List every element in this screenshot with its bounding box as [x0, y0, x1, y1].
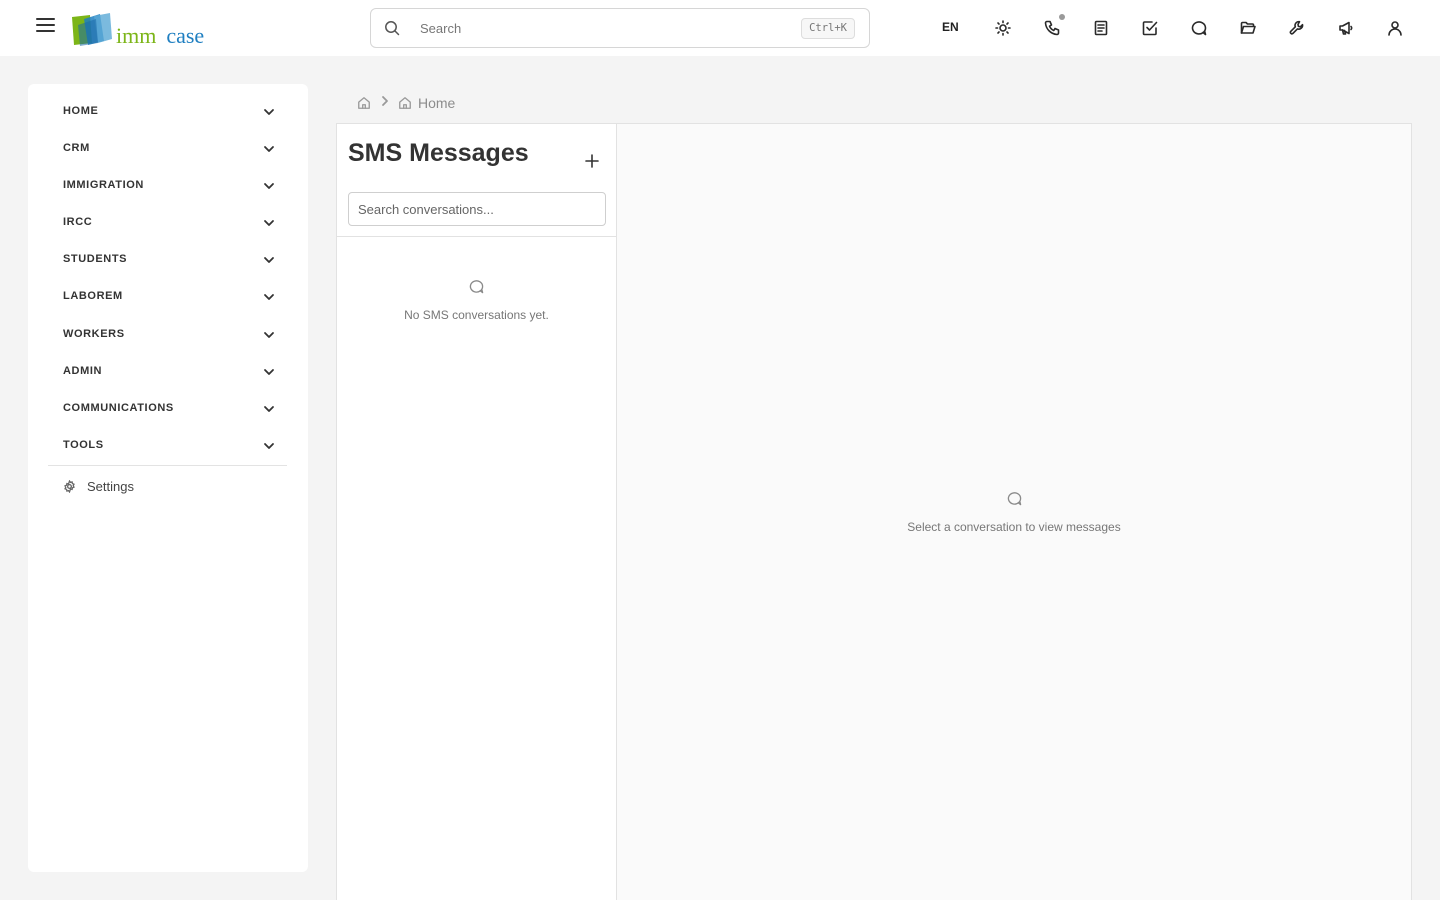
sidebar-item-settings[interactable]: Settings — [63, 479, 134, 494]
chevron-down-icon — [263, 365, 275, 377]
home-icon[interactable] — [357, 96, 371, 110]
sidebar-item-label: HOME — [63, 105, 99, 117]
settings-label: Settings — [87, 479, 134, 494]
chevron-down-icon — [263, 142, 275, 154]
chat-icon — [1007, 492, 1021, 506]
global-search[interactable]: Ctrl+K — [370, 8, 870, 48]
page-title: SMS Messages — [348, 139, 529, 167]
sidebar-item-tools[interactable]: TOOLS — [63, 435, 275, 455]
sidebar: HOME CRM IMMIGRATION IRCC STUDENTS LABOR… — [28, 84, 308, 872]
list-divider — [337, 236, 616, 237]
language-switcher[interactable]: EN — [942, 20, 959, 34]
chevron-right-icon — [379, 94, 391, 112]
sms-panel: SMS Messages No SMS conversations yet. S… — [336, 123, 1412, 900]
home-icon — [399, 97, 411, 109]
sidebar-item-label: STUDENTS — [63, 253, 128, 265]
chevron-down-icon — [263, 105, 275, 117]
sidebar-item-label: TOOLS — [63, 439, 104, 451]
chat-icon — [469, 280, 484, 294]
empty-message-text: Select a conversation to view messages — [907, 520, 1121, 534]
breadcrumb: Home — [357, 95, 455, 111]
sidebar-item-label: ADMIN — [63, 365, 103, 377]
chevron-down-icon — [263, 290, 275, 302]
chevron-down-icon — [263, 439, 275, 451]
theme-sun-icon[interactable] — [992, 17, 1014, 39]
sidebar-item-label: IMMIGRATION — [63, 179, 144, 191]
notification-dot — [1059, 14, 1065, 20]
sidebar-item-students[interactable]: STUDENTS — [63, 249, 275, 269]
menu-toggle-icon[interactable] — [36, 18, 55, 34]
notes-icon[interactable] — [1090, 17, 1112, 39]
chevron-down-icon — [263, 179, 275, 191]
phone-icon[interactable] — [1041, 14, 1065, 39]
tasks-check-icon[interactable] — [1139, 17, 1161, 39]
sidebar-item-label: COMMUNICATIONS — [63, 402, 174, 414]
app-logo[interactable]: imm case — [70, 11, 204, 47]
top-bar: immcase Ctrl+K EN — [0, 0, 1440, 56]
chevron-down-icon — [263, 216, 275, 228]
sidebar-item-label: LABOREM — [63, 290, 123, 302]
gear-icon — [64, 480, 75, 493]
chevron-down-icon — [263, 253, 275, 265]
search-shortcut-badge: Ctrl+K — [801, 18, 855, 39]
logo-text-imm: imm — [116, 23, 157, 48]
folder-open-icon[interactable] — [1237, 17, 1259, 39]
logo-text-case: case — [166, 23, 205, 48]
chat-icon[interactable] — [1188, 17, 1210, 39]
empty-conversations: No SMS conversations yet. — [337, 279, 616, 322]
new-conversation-button[interactable] — [582, 151, 602, 171]
plus-icon — [585, 154, 599, 168]
sidebar-item-immigration[interactable]: IMMIGRATION — [63, 175, 275, 195]
sidebar-item-label: CRM — [63, 142, 90, 154]
chevron-down-icon — [263, 402, 275, 414]
message-detail: Select a conversation to view messages — [617, 124, 1411, 900]
conversation-search-input[interactable] — [348, 192, 606, 226]
wrench-icon[interactable] — [1286, 17, 1308, 39]
sidebar-item-workers[interactable]: WORKERS — [63, 324, 275, 344]
logo-mark-icon — [70, 13, 114, 47]
sidebar-item-label: IRCC — [63, 216, 93, 228]
breadcrumb-current: Home — [418, 95, 456, 111]
empty-conversations-text: No SMS conversations yet. — [404, 308, 549, 322]
logo-text: imm case — [116, 25, 204, 47]
sidebar-item-label: WORKERS — [63, 328, 125, 340]
chevron-down-icon — [263, 328, 275, 340]
user-icon[interactable] — [1384, 17, 1406, 39]
sidebar-divider — [48, 465, 287, 466]
conversation-list: SMS Messages No SMS conversations yet. — [337, 124, 617, 900]
sidebar-item-crm[interactable]: CRM — [63, 138, 275, 158]
empty-message-view: Select a conversation to view messages — [617, 491, 1411, 534]
sidebar-item-ircc[interactable]: IRCC — [63, 212, 275, 232]
megaphone-icon[interactable] — [1335, 17, 1357, 39]
sidebar-item-admin[interactable]: ADMIN — [63, 361, 275, 381]
sidebar-item-laborem[interactable]: LABOREM — [63, 286, 275, 306]
sidebar-item-home[interactable]: HOME — [63, 101, 275, 121]
sidebar-item-communications[interactable]: COMMUNICATIONS — [63, 398, 275, 418]
search-input[interactable] — [420, 20, 780, 36]
search-icon — [385, 21, 400, 36]
